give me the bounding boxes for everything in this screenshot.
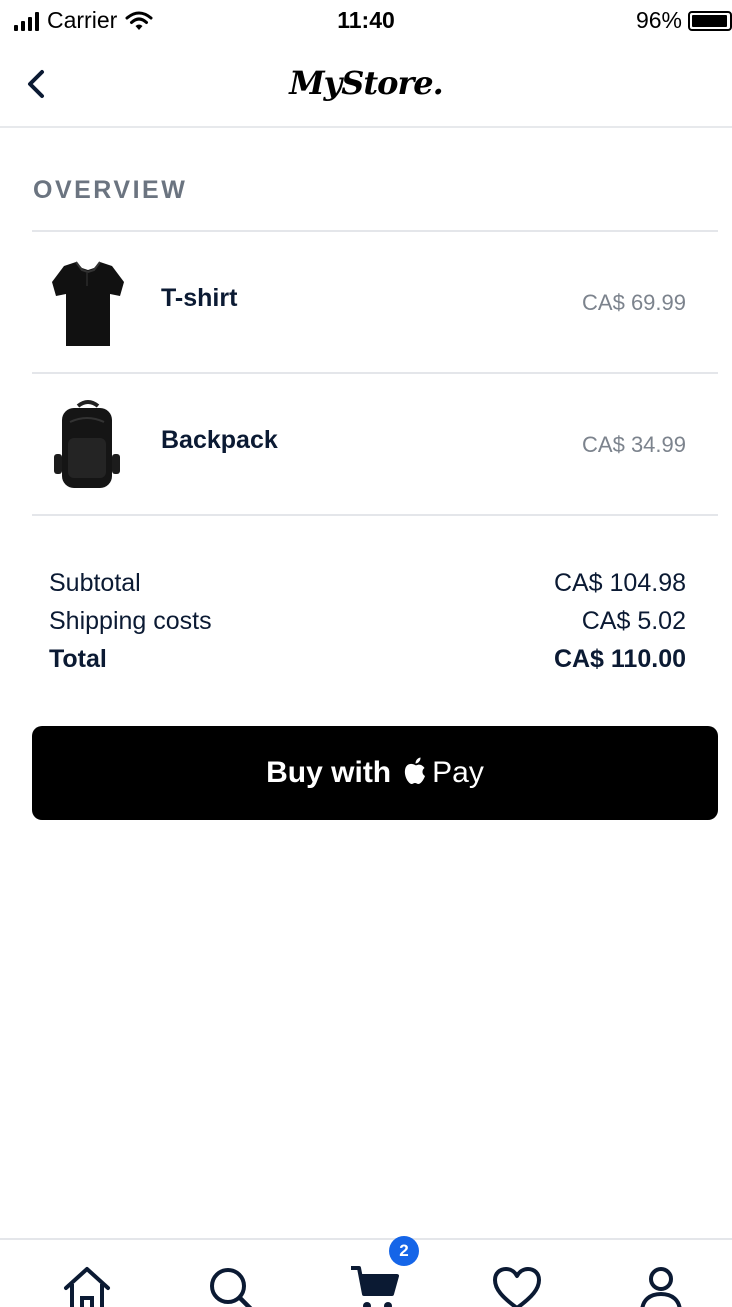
- shipping-label: Shipping costs: [49, 607, 212, 635]
- item-price: CA$ 69.99: [582, 290, 686, 315]
- item-name: Backpack: [161, 426, 278, 454]
- backpack-image: [54, 400, 120, 488]
- shipping-value: CA$ 5.02: [581, 607, 686, 635]
- total-label: Total: [49, 645, 107, 673]
- battery-icon: [688, 10, 732, 31]
- tab-cart[interactable]: [350, 1264, 406, 1307]
- nav-bar: MyStore.: [0, 42, 732, 128]
- apple-logo-icon: [405, 757, 426, 784]
- checkout-screen: Carrier 11:40 96% MyStore. OVERVIEW T-sh…: [0, 0, 732, 1307]
- battery-fill: [692, 14, 727, 27]
- total-row: Total CA$ 110.00: [49, 642, 686, 680]
- tab-favorites[interactable]: [492, 1264, 548, 1307]
- shipping-row: Shipping costs CA$ 5.02: [49, 604, 686, 642]
- tab-search[interactable]: [206, 1264, 262, 1307]
- overview-title: OVERVIEW: [33, 176, 188, 204]
- status-bar: Carrier 11:40 96%: [0, 0, 732, 42]
- status-time: 11:40: [337, 7, 395, 33]
- cart-items-list: T-shirt CA$ 69.99 Backpack CA$ 34.99: [32, 230, 718, 516]
- cart-count-badge: 2: [389, 1236, 419, 1266]
- item-price: CA$ 34.99: [582, 432, 686, 457]
- tshirt-image: [52, 261, 124, 346]
- status-right: 96%: [636, 7, 732, 34]
- subtotal-value: CA$ 104.98: [553, 569, 686, 597]
- home-icon: [64, 1267, 110, 1307]
- total-value: CA$ 110.00: [553, 645, 686, 673]
- order-summary: Subtotal CA$ 104.98 Shipping costs CA$ 5…: [49, 566, 686, 680]
- profile-icon: [640, 1267, 682, 1307]
- subtotal-row: Subtotal CA$ 104.98: [49, 566, 686, 604]
- subtotal-label: Subtotal: [49, 569, 141, 597]
- tab-home[interactable]: [62, 1264, 118, 1307]
- search-icon: [210, 1268, 253, 1307]
- apple-pay-button[interactable]: Buy with Pay: [32, 726, 718, 820]
- cart-icon: [351, 1266, 399, 1307]
- battery-percent: 96%: [635, 7, 682, 33]
- list-item[interactable]: T-shirt CA$ 69.99: [32, 232, 718, 374]
- tab-bar: 2: [0, 1236, 732, 1307]
- apple-pay-prefix: Buy with: [266, 756, 392, 789]
- apple-pay-suffix: Pay: [432, 756, 484, 789]
- heart-icon: [493, 1267, 541, 1307]
- store-logo: MyStore.: [289, 64, 444, 102]
- item-name: T-shirt: [161, 284, 238, 312]
- list-item[interactable]: Backpack CA$ 34.99: [32, 374, 718, 516]
- tab-profile[interactable]: [636, 1264, 692, 1307]
